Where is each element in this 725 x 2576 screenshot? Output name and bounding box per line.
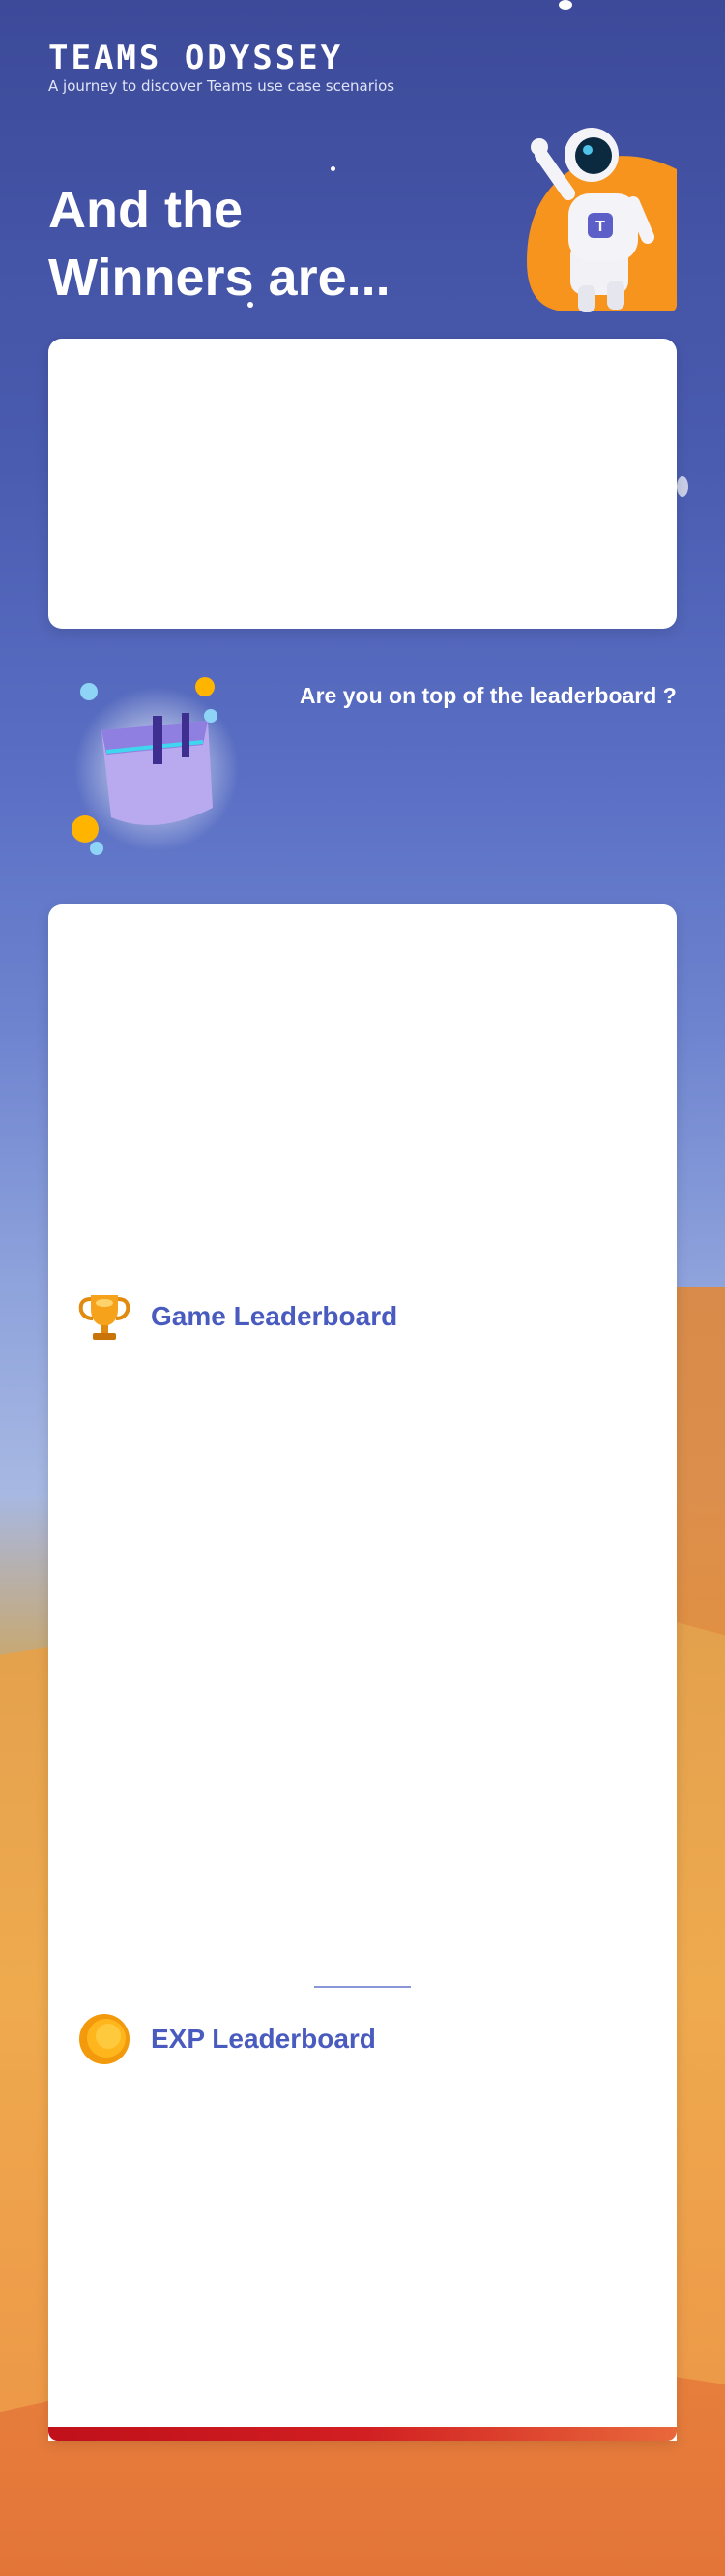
- brand-logo[interactable]: TEAMS ODYSSEY A journey to discover Team…: [48, 41, 394, 95]
- trophy-icon: [78, 1295, 130, 1340]
- section-divider: [314, 1986, 411, 1988]
- leaderboard-prompt: Are you on top of the leaderboard ?: [300, 683, 677, 708]
- exp-leaderboard-label: EXP Leaderboard: [151, 2024, 376, 2054]
- game-leaderboard-header[interactable]: Game Leaderboard: [77, 1289, 397, 1344]
- hero-title: And the Winners are...: [48, 181, 391, 307]
- star-decoration: [559, 0, 572, 10]
- coin-icon: [79, 2014, 130, 2064]
- winners-card: [48, 339, 677, 629]
- star-decoration: [677, 476, 688, 497]
- astronaut-icon: T: [527, 128, 677, 312]
- leaderboard-card-footer-bar: [48, 2427, 677, 2441]
- treasure-chest-icon: [72, 677, 239, 855]
- brand-title: TEAMS ODYSSEY: [48, 39, 344, 77]
- svg-text:T: T: [595, 219, 605, 235]
- brand-subtitle: A journey to discover Teams use case sce…: [48, 77, 395, 95]
- star-decoration: [331, 166, 335, 171]
- leaderboard-card: [48, 904, 677, 2441]
- exp-leaderboard-header[interactable]: EXP Leaderboard: [77, 2012, 376, 2066]
- game-leaderboard-label: Game Leaderboard: [151, 1301, 398, 1331]
